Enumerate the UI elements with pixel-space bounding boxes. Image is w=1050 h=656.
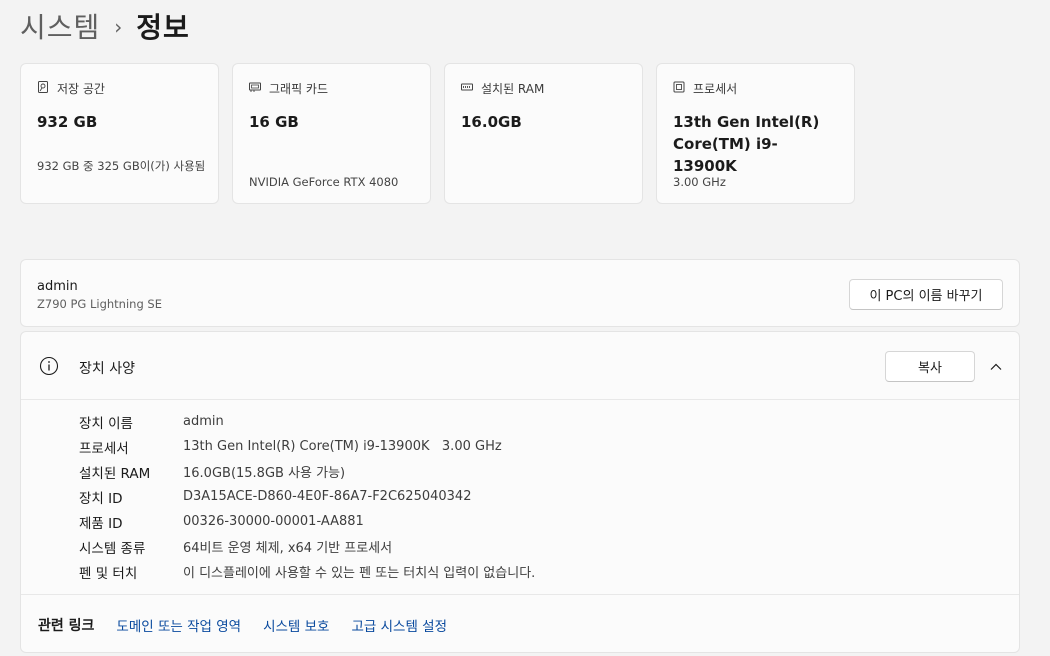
spec-label: 장치 ID [79, 490, 123, 507]
summary-cards: 저장 공간 932 GB 932 GB 중 325 GB이(가) 사용됨 그래픽… [20, 63, 855, 204]
storage-card-title: 저장 공간 [57, 82, 105, 96]
processor-card-title: 프로세서 [693, 82, 738, 96]
ram-icon [461, 81, 473, 96]
graphics-card-icon [249, 81, 261, 96]
device-specifications-panel: 장치 사양 복사 장치 이름 admin 프로세서 13th Gen Intel… [20, 331, 1020, 653]
spec-row: 프로세서 13th Gen Intel(R) Core(TM) i9-13900… [79, 434, 535, 459]
chevron-up-icon[interactable] [989, 359, 1003, 373]
storage-card-value: 932 GB [37, 113, 98, 131]
breadcrumb-separator-icon: › [114, 15, 123, 39]
storage-icon [37, 81, 49, 96]
processor-icon [673, 81, 685, 96]
storage-card-sub: 932 GB 중 325 GB이(가) 사용됨 [37, 159, 206, 173]
spec-value: 13th Gen Intel(R) Core(TM) i9-13900K 3.0… [183, 439, 502, 454]
device-model: Z790 PG Lightning SE [37, 297, 162, 311]
spec-value: 이 디스플레이에 사용할 수 있는 펜 또는 터치식 입력이 없습니다. [183, 566, 536, 581]
spec-value: 16.0GB(15.8GB 사용 가능) [183, 466, 346, 481]
about-page: 시스템 › 정보 저장 공간 932 GB 932 GB 중 325 GB이(가… [0, 0, 1050, 656]
breadcrumb-parent[interactable]: 시스템 [20, 6, 100, 46]
graphics-card-title: 그래픽 카드 [269, 82, 329, 96]
device-specifications-title: 장치 사양 [79, 361, 135, 377]
device-name-row: admin Z790 PG Lightning SE 이 PC의 이름 바꾸기 [20, 259, 1020, 327]
spec-value: 64비트 운영 체제, x64 기반 프로세서 [183, 541, 393, 556]
spec-row: 제품 ID 00326-30000-00001-AA881 [79, 509, 535, 534]
related-links-label: 관련 링크 [38, 617, 95, 634]
ram-card-title: 설치된 RAM [481, 82, 545, 96]
ram-card-value: 16.0GB [461, 113, 522, 131]
copy-button[interactable]: 복사 [885, 351, 975, 382]
rename-pc-button[interactable]: 이 PC의 이름 바꾸기 [849, 279, 1003, 310]
spec-label: 제품 ID [79, 515, 123, 532]
processor-card-sub: 3.00 GHz [673, 175, 726, 189]
page-title: 정보 [136, 11, 190, 44]
spec-label: 장치 이름 [79, 415, 133, 432]
specifications-list: 장치 이름 admin 프로세서 13th Gen Intel(R) Core(… [79, 409, 535, 584]
spec-label: 설치된 RAM [79, 465, 151, 482]
spec-row: 장치 ID D3A15ACE-D860-4E0F-86A7-F2C6250403… [79, 484, 535, 509]
graphics-card-value: 16 GB [249, 113, 299, 131]
spec-row: 시스템 종류 64비트 운영 체제, x64 기반 프로세서 [79, 534, 535, 559]
related-links-row: 관련 링크 도메인 또는 작업 영역 시스템 보호 고급 시스템 설정 [21, 594, 1019, 652]
graphics-card: 그래픽 카드 16 GB NVIDIA GeForce RTX 4080 [232, 63, 431, 204]
spec-label: 시스템 종류 [79, 540, 146, 557]
spec-value: 00326-30000-00001-AA881 [183, 514, 364, 529]
spec-value: D3A15ACE-D860-4E0F-86A7-F2C625040342 [183, 489, 472, 504]
spec-row: 설치된 RAM 16.0GB(15.8GB 사용 가능) [79, 459, 535, 484]
advanced-system-settings-link[interactable]: 고급 시스템 설정 [351, 615, 447, 635]
domain-workgroup-link[interactable]: 도메인 또는 작업 영역 [116, 615, 241, 635]
storage-card: 저장 공간 932 GB 932 GB 중 325 GB이(가) 사용됨 [20, 63, 219, 204]
spec-row: 펜 및 터치 이 디스플레이에 사용할 수 있는 펜 또는 터치식 입력이 없습… [79, 559, 535, 584]
info-icon [39, 356, 59, 376]
breadcrumb: 시스템 › 정보 [20, 6, 190, 46]
spec-label: 펜 및 터치 [79, 565, 138, 582]
spec-value: admin [183, 414, 224, 429]
graphics-card-sub: NVIDIA GeForce RTX 4080 [249, 175, 399, 189]
ram-card: 설치된 RAM 16.0GB [444, 63, 643, 204]
system-protection-link[interactable]: 시스템 보호 [263, 615, 329, 635]
device-specifications-header[interactable]: 장치 사양 복사 [21, 332, 1019, 400]
spec-label: 프로세서 [79, 440, 129, 457]
device-name: admin [37, 279, 78, 294]
processor-card: 프로세서 13th Gen Intel(R) Core(TM) i9-13900… [656, 63, 855, 204]
processor-card-value: 13th Gen Intel(R) Core(TM) i9-13900K [673, 113, 820, 175]
spec-row: 장치 이름 admin [79, 409, 535, 434]
